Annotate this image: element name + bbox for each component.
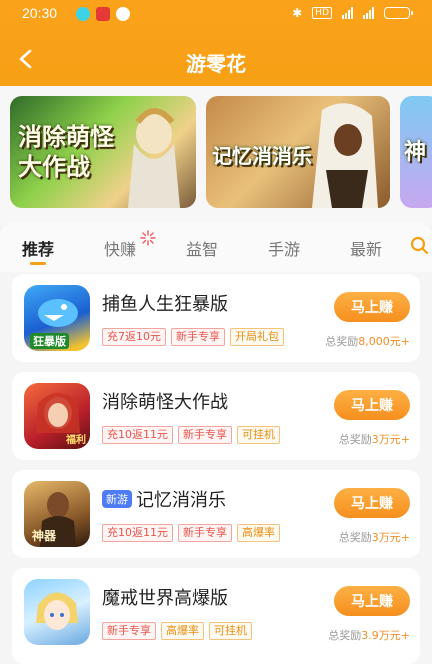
- game-tags: 充10返11元 新手专享 可挂机: [102, 426, 280, 444]
- game-tags: 充7返10元 新手专享 开局礼包: [102, 328, 284, 346]
- status-bar: 20:30 ✱ HD: [0, 0, 432, 28]
- game-tags: 新手专享 高爆率 可挂机: [102, 622, 252, 640]
- app-header: 20:30 ✱ HD 游零花: [0, 0, 432, 86]
- tag-rebate: 充7返10元: [102, 328, 166, 346]
- game-icon: 神器: [24, 481, 90, 547]
- game-icon-label: 神器: [32, 529, 57, 543]
- status-time: 20:30: [22, 5, 58, 21]
- banner-title-1: 消除萌怪大作战: [18, 123, 114, 181]
- hd-badge: HD: [312, 7, 332, 19]
- tag-rebate: 充10返11元: [102, 426, 173, 444]
- active-tab-indicator: [30, 262, 46, 265]
- total-reward: 总奖励3万元+: [339, 529, 410, 545]
- banner-character-art-2: [312, 103, 378, 208]
- tab-mobile-games[interactable]: 手游: [268, 236, 300, 260]
- banner-carousel[interactable]: 消除萌怪大作战 记忆消消乐 神: [0, 86, 432, 226]
- tag-newbie: 新手专享: [171, 328, 225, 346]
- game-name: 记忆消消乐: [136, 490, 226, 511]
- tag-feature: 开局礼包: [230, 328, 284, 346]
- video-notification-icon: [96, 7, 110, 21]
- game-name: 魔戒世界高爆版: [102, 588, 228, 609]
- banner-title-3: 神: [404, 140, 427, 165]
- signal-icon: [342, 7, 353, 19]
- reward-amount: 8,000元+: [358, 335, 410, 348]
- bluetooth-icon: ✱: [292, 6, 303, 20]
- tag-feature: 可挂机: [209, 622, 252, 640]
- signal-icon-2: [363, 7, 374, 19]
- game-icon: 福利: [24, 383, 90, 449]
- tag-feature: 可挂机: [237, 426, 280, 444]
- tab-puzzle[interactable]: 益智: [186, 236, 218, 260]
- reward-label: 总奖励: [338, 433, 372, 446]
- category-tabs: 推荐 快赚 益智 手游 最新: [0, 222, 432, 272]
- earn-now-button[interactable]: 马上赚: [334, 390, 410, 420]
- earn-now-button[interactable]: 马上赚: [334, 586, 410, 616]
- game-list-panel: 推荐 快赚 益智 手游 最新 狂暴版 捕鱼人生狂暴版 充7返10元 新手专享 开…: [0, 222, 432, 664]
- tag-rebate: 充10返11元: [102, 524, 173, 542]
- tag-feature: 高爆率: [161, 622, 204, 640]
- earn-now-button[interactable]: 马上赚: [334, 488, 410, 518]
- game-tags: 充10返11元 新手专享 高爆率: [102, 524, 280, 542]
- game-icon: [24, 579, 90, 645]
- sparkle-icon: [140, 230, 156, 246]
- earn-now-button[interactable]: 马上赚: [334, 292, 410, 322]
- game-icon: 狂暴版: [24, 285, 90, 351]
- game-name: 消除萌怪大作战: [102, 392, 228, 413]
- game-card[interactable]: 狂暴版 捕鱼人生狂暴版 充7返10元 新手专享 开局礼包 马上赚 总奖励8,00…: [12, 274, 420, 362]
- banner-title-2: 记忆消消乐: [212, 144, 312, 168]
- game-icon-label: 狂暴版: [30, 333, 69, 349]
- tag-newbie: 新手专享: [102, 622, 156, 640]
- battery-icon: [384, 7, 413, 19]
- total-reward: 总奖励3万元+: [339, 431, 410, 447]
- banner-game-2[interactable]: 记忆消消乐: [206, 96, 390, 208]
- tag-newbie: 新手专享: [178, 426, 232, 444]
- game-icon-label: 福利: [66, 435, 86, 446]
- reward-label: 总奖励: [338, 531, 372, 544]
- game-card[interactable]: 福利 消除萌怪大作战 充10返11元 新手专享 可挂机 马上赚 总奖励3万元+: [12, 372, 420, 460]
- page-title: 游零花: [186, 52, 246, 76]
- new-game-badge: 新游: [102, 490, 132, 508]
- reward-amount: 3万元+: [371, 531, 410, 544]
- banner-game-3[interactable]: 神: [400, 96, 432, 208]
- message-notification-icon: [116, 7, 130, 21]
- status-indicators: ✱ HD: [292, 6, 413, 20]
- banner-game-1[interactable]: 消除萌怪大作战: [10, 96, 196, 208]
- character-art-icon: [36, 592, 78, 630]
- reward-label: 总奖励: [325, 335, 359, 348]
- reward-label: 总奖励: [328, 629, 362, 642]
- tab-newest[interactable]: 最新: [350, 236, 382, 260]
- game-card[interactable]: 魔戒世界高爆版 新手专享 高爆率 可挂机 马上赚 总奖励3.9万元+: [12, 568, 420, 664]
- game-name: 捕鱼人生狂暴版: [102, 294, 228, 315]
- tab-quick-earn[interactable]: 快赚: [104, 236, 136, 260]
- tag-feature: 高爆率: [237, 524, 280, 542]
- game-card[interactable]: 神器 新游 记忆消消乐 充10返11元 新手专享 高爆率 马上赚 总奖励3万元+: [12, 470, 420, 558]
- total-reward: 总奖励3.9万元+: [328, 627, 410, 643]
- search-icon[interactable]: [410, 236, 430, 256]
- banner-character-art: [128, 108, 180, 208]
- app-notification-icon: [76, 7, 90, 21]
- tag-newbie: 新手专享: [178, 524, 232, 542]
- reward-amount: 3.9万元+: [361, 629, 410, 642]
- tab-recommend[interactable]: 推荐: [22, 236, 54, 260]
- total-reward: 总奖励8,000元+: [325, 333, 410, 349]
- reward-amount: 3万元+: [371, 433, 410, 446]
